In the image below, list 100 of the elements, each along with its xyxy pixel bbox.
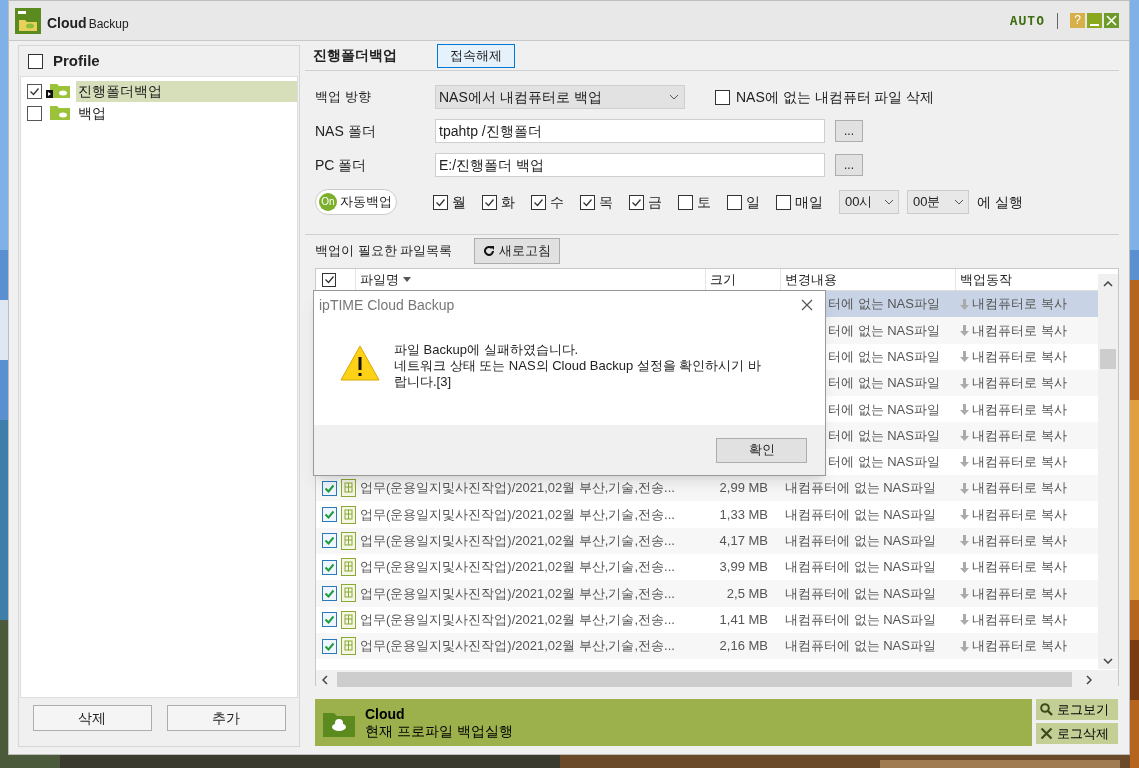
chevron-down-icon bbox=[884, 199, 894, 205]
scrollbar-thumb[interactable] bbox=[1100, 349, 1116, 369]
direction-dropdown[interactable]: NAS에서 내컴퓨터로 백업 bbox=[435, 85, 685, 109]
browse-button[interactable]: ... bbox=[835, 154, 863, 176]
close-icon[interactable] bbox=[1104, 13, 1119, 28]
check-icon bbox=[323, 274, 335, 285]
table-cell-text: 내컴퓨터로 복사 bbox=[972, 505, 1067, 524]
scrollbar[interactable] bbox=[1098, 274, 1118, 669]
browse-button[interactable]: ... bbox=[835, 120, 863, 142]
arrow-down-icon bbox=[960, 298, 969, 310]
table-cell: 내컴퓨터에 없는 NAS파일 bbox=[785, 559, 936, 575]
profile-item[interactable]: 백업 bbox=[76, 102, 297, 124]
table-row[interactable]: 업무(운용일지및사진작업)/2021,02월 부산,기술,전송... 2,5 MB 내컴퓨터에 없는 NAS파일 내컴퓨터로 복사 bbox=[316, 580, 1098, 607]
ok-button[interactable]: 확인 bbox=[716, 437, 807, 463]
disconnect-button[interactable]: 접속해제 bbox=[437, 43, 515, 68]
checkbox[interactable] bbox=[580, 194, 595, 210]
check-icon bbox=[484, 196, 495, 208]
log-button[interactable]: 로그보기 bbox=[1036, 699, 1118, 720]
table-cell: 내컴퓨터에 없는 NAS파일 bbox=[785, 638, 936, 654]
table-cell-text: 내컴퓨터로 복사 bbox=[972, 453, 1067, 472]
checkbox[interactable] bbox=[322, 507, 337, 522]
dialog-title: ipTIME Cloud Backup bbox=[319, 295, 456, 315]
table-cell-text: 내컴퓨터로 복사 bbox=[972, 610, 1067, 629]
profile-item[interactable]: 진행폴더백업 bbox=[76, 80, 297, 102]
table-cell: 내컴퓨터에 없는 NAS파일 bbox=[785, 506, 936, 522]
folder-logo-icon bbox=[15, 7, 41, 34]
refresh-icon bbox=[483, 244, 496, 257]
table-cell: 업무(운용일지및사진작업)/2021,02월 부산,기술,전송... bbox=[360, 638, 675, 654]
checkbox[interactable] bbox=[531, 194, 546, 210]
check-icon bbox=[324, 640, 335, 652]
checkbox[interactable] bbox=[678, 194, 693, 210]
arrow-down-icon bbox=[960, 403, 969, 415]
checkbox-label: NAS에 없는 내컴퓨터 파일 삭제 bbox=[736, 87, 935, 107]
chevron-right-icon[interactable] bbox=[1086, 674, 1092, 685]
table-cell: 터에 없는 NAS파일 bbox=[828, 296, 940, 312]
action-button[interactable]: 추가 bbox=[166, 705, 286, 731]
warning-icon bbox=[340, 345, 380, 381]
checkbox[interactable] bbox=[776, 194, 791, 210]
checkbox[interactable] bbox=[715, 89, 730, 105]
chevron-left-icon[interactable] bbox=[322, 674, 328, 685]
file-icon bbox=[341, 558, 356, 577]
refresh-button[interactable]: 새로고침 bbox=[474, 237, 561, 264]
arrow-down-icon bbox=[960, 351, 969, 363]
table-cell: 업무(운용일지및사진작업)/2021,02월 부산,기술,전송... bbox=[360, 559, 675, 575]
day-label: 금 bbox=[648, 192, 662, 212]
horizontal-scrollbar[interactable] bbox=[316, 670, 1118, 689]
checkbox[interactable] bbox=[482, 194, 497, 210]
check-icon bbox=[582, 196, 593, 208]
hour-dropdown[interactable]: 00시 bbox=[839, 190, 899, 214]
checkbox[interactable] bbox=[322, 533, 337, 549]
checkbox[interactable] bbox=[322, 272, 336, 287]
chevron-up-icon[interactable] bbox=[1103, 281, 1113, 287]
action-button[interactable]: 삭제 bbox=[32, 705, 152, 731]
table-cell: 터에 없는 NAS파일 bbox=[828, 454, 940, 470]
search-icon bbox=[1040, 703, 1053, 716]
checkbox[interactable] bbox=[433, 194, 448, 210]
checkbox[interactable] bbox=[322, 480, 337, 496]
checkbox[interactable] bbox=[322, 612, 337, 628]
checkbox[interactable] bbox=[27, 105, 42, 121]
file-icon bbox=[341, 610, 356, 629]
input-field[interactable]: tpahtp /진행폴더 bbox=[435, 119, 825, 143]
table-row[interactable]: 업무(운용일지및사진작업)/2021,02월 부산,기술,전송... 4,17 MB 내컴퓨터에 없는 NAS파일 내컴퓨터로 복사 bbox=[316, 527, 1098, 554]
table-cell: 1,41 MB bbox=[719, 611, 768, 627]
file-icon bbox=[341, 637, 356, 655]
scrollbar-thumb[interactable] bbox=[337, 672, 1072, 687]
table-cell-text: 내컴퓨터로 복사 bbox=[972, 532, 1067, 551]
table-cell: 내컴퓨터에 없는 NAS파일 bbox=[785, 585, 936, 601]
file-icon bbox=[341, 531, 356, 550]
day-label: 일 bbox=[746, 192, 760, 212]
checkbox[interactable] bbox=[322, 585, 337, 601]
auto-backup-toggle[interactable]: On 자동백업 bbox=[315, 189, 397, 215]
checkbox[interactable] bbox=[322, 559, 337, 575]
checkbox[interactable] bbox=[629, 194, 644, 210]
checkbox[interactable] bbox=[322, 638, 337, 654]
check-icon bbox=[324, 587, 335, 599]
checkbox[interactable] bbox=[727, 194, 742, 210]
log-button[interactable]: 로그삭제 bbox=[1036, 723, 1118, 744]
table-row[interactable]: 업무(운용일지및사진작업)/2021,02월 부산,기술,전송... 2,99 MB 내컴퓨터에 없는 NAS파일 내컴퓨터로 복사 bbox=[316, 475, 1098, 502]
table-cell-text: 내컴퓨터로 복사 bbox=[972, 295, 1067, 314]
table-cell: 내컴퓨터에 없는 NAS파일 bbox=[785, 480, 936, 496]
table-cell: 터에 없는 NAS파일 bbox=[828, 427, 940, 443]
table-row[interactable]: 업무(운용일지및사진작업)/2021,02월 부산,기술,전송... 2,16 MB 내컴퓨터에 없는 NAS파일 내컴퓨터로 복사 bbox=[316, 632, 1098, 660]
column-header[interactable]: 백업동작 bbox=[956, 269, 1098, 290]
auto-label[interactable]: AUTO bbox=[1009, 10, 1045, 31]
table-cell-text: 내컴퓨터로 복사 bbox=[972, 348, 1067, 366]
run-backup-bar[interactable]: Cloud 현재 프로파일 백업실행 bbox=[315, 699, 1032, 746]
minute-dropdown[interactable]: 00분 bbox=[907, 190, 969, 214]
chevron-down-icon bbox=[954, 199, 964, 205]
arrow-down-icon bbox=[960, 456, 969, 468]
checkbox[interactable] bbox=[27, 83, 42, 99]
toggle-label: 자동백업 bbox=[340, 193, 392, 212]
table-cell-text: 내컴퓨터로 복사 bbox=[972, 321, 1067, 340]
table-cell-text: 내컴퓨터로 복사 bbox=[972, 584, 1067, 603]
input-field[interactable]: E:/진행폴더 백업 bbox=[435, 153, 825, 177]
table-cell-text: 내컴퓨터로 복사 bbox=[972, 479, 1067, 498]
checkbox[interactable] bbox=[28, 53, 43, 69]
profile-header: Profile bbox=[53, 50, 100, 71]
chevron-down-icon[interactable] bbox=[1103, 658, 1113, 664]
minimize-button[interactable] bbox=[1087, 13, 1102, 28]
close-icon[interactable] bbox=[801, 299, 813, 311]
